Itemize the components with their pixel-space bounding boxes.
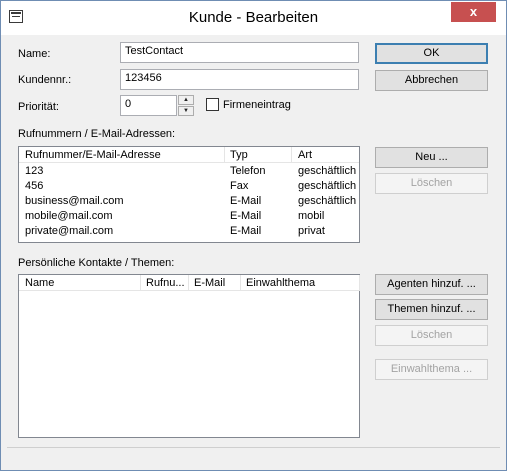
col-rufnummer[interactable]: Rufnu... (146, 277, 185, 289)
prioritaet-label: Priorität: (18, 101, 59, 113)
kundennr-label: Kundennr.: (18, 74, 72, 86)
ok-button[interactable]: OK (375, 43, 488, 64)
prioritaet-input[interactable]: 0 (120, 95, 177, 116)
list-item[interactable]: business@mail.com E-Mail geschäftlich (19, 194, 359, 209)
prioritaet-spinner[interactable]: ▲ ▼ (178, 95, 194, 116)
list-item[interactable]: 123 Telefon geschäftlich (19, 164, 359, 179)
einwahlthema-button[interactable]: Einwahlthema ... (375, 359, 488, 380)
title-bar: Kunde - Bearbeiten x (1, 1, 506, 35)
col-name[interactable]: Name (25, 277, 54, 289)
list-item[interactable]: 456 Fax geschäftlich (19, 179, 359, 194)
phones-listview[interactable]: Rufnummer/E-Mail-Adresse Typ Art 123 Tel… (18, 146, 360, 243)
loeschen-phone-button[interactable]: Löschen (375, 173, 488, 194)
abbrechen-button[interactable]: Abbrechen (375, 70, 488, 91)
loeschen-contact-button[interactable]: Löschen (375, 325, 488, 346)
kundennr-input[interactable]: 123456 (120, 69, 359, 90)
name-label: Name: (18, 48, 51, 60)
col-einwahlthema[interactable]: Einwahlthema (246, 277, 315, 289)
spin-up-icon[interactable]: ▲ (178, 95, 194, 105)
status-bar (7, 447, 500, 466)
contacts-section-label: Persönliche Kontakte / Themen: (18, 257, 175, 269)
name-input[interactable]: TestContact (120, 42, 359, 63)
neu-button[interactable]: Neu ... (375, 147, 488, 168)
firmeneintrag-checkbox[interactable] (206, 98, 219, 111)
agenten-hinzufuegen-button[interactable]: Agenten hinzuf. ... (375, 274, 488, 295)
close-button[interactable]: x (451, 2, 496, 22)
list-item[interactable]: mobile@mail.com E-Mail mobil (19, 209, 359, 224)
phones-section-label: Rufnummern / E-Mail-Adressen: (18, 128, 176, 140)
contacts-listview[interactable]: Name Rufnu... E-Mail Einwahlthema (18, 274, 360, 438)
dialog-window: Kunde - Bearbeiten x Name: TestContact K… (0, 0, 507, 471)
col-art[interactable]: Art (298, 149, 312, 161)
spin-down-icon[interactable]: ▼ (178, 106, 194, 116)
phones-header: Rufnummer/E-Mail-Adresse Typ Art (19, 147, 359, 163)
contacts-header: Name Rufnu... E-Mail Einwahlthema (19, 275, 360, 291)
col-email[interactable]: E-Mail (194, 277, 225, 289)
window-title: Kunde - Bearbeiten (188, 9, 319, 26)
col-typ[interactable]: Typ (230, 149, 248, 161)
col-rufnummer[interactable]: Rufnummer/E-Mail-Adresse (25, 149, 161, 161)
list-item[interactable]: private@mail.com E-Mail privat (19, 224, 359, 239)
themen-hinzufuegen-button[interactable]: Themen hinzuf. ... (375, 299, 488, 320)
firmeneintrag-label: Firmeneintrag (223, 99, 291, 111)
